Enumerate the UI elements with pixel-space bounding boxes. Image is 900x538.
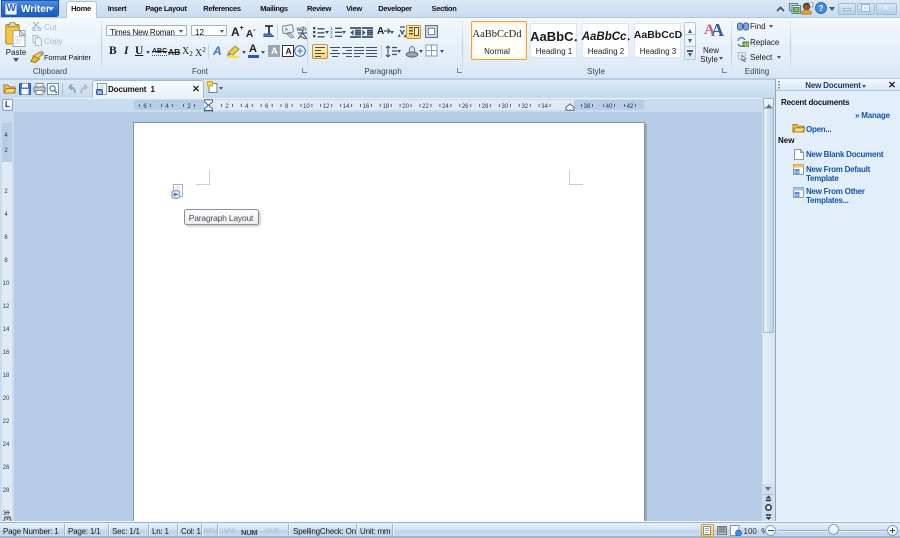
svg-text:30: 30 bbox=[502, 104, 509, 110]
svg-text:24: 24 bbox=[442, 104, 449, 110]
svg-text:18: 18 bbox=[3, 373, 10, 379]
svg-text:?: ? bbox=[819, 4, 824, 13]
svg-text:W: W bbox=[795, 192, 799, 197]
svg-text:4: 4 bbox=[4, 212, 8, 218]
svg-text:16: 16 bbox=[363, 104, 370, 110]
svg-text:12: 12 bbox=[323, 104, 330, 110]
svg-text:42: 42 bbox=[627, 104, 634, 110]
svg-text:2: 2 bbox=[225, 104, 229, 110]
svg-text:10: 10 bbox=[303, 104, 310, 110]
svg-text:2: 2 bbox=[4, 189, 8, 195]
svg-text:24: 24 bbox=[3, 442, 10, 448]
svg-text:22: 22 bbox=[422, 104, 429, 110]
svg-text:6: 6 bbox=[265, 104, 269, 110]
svg-text:w/h: w/h bbox=[296, 27, 307, 33]
svg-text:W: W bbox=[795, 169, 799, 174]
svg-text:32: 32 bbox=[521, 104, 528, 110]
svg-text:10: 10 bbox=[3, 281, 10, 287]
svg-text:4: 4 bbox=[4, 133, 8, 139]
svg-text:8: 8 bbox=[4, 258, 8, 264]
svg-text:12: 12 bbox=[3, 304, 10, 310]
svg-text:28: 28 bbox=[3, 488, 10, 494]
svg-text:26: 26 bbox=[3, 465, 10, 471]
svg-text:14: 14 bbox=[3, 327, 10, 333]
svg-text:4: 4 bbox=[245, 104, 249, 110]
svg-text:20: 20 bbox=[402, 104, 409, 110]
svg-text:2: 2 bbox=[4, 148, 8, 154]
svg-text:38: 38 bbox=[584, 104, 591, 110]
svg-text:6: 6 bbox=[4, 235, 8, 241]
svg-text:40: 40 bbox=[606, 104, 613, 110]
svg-text:26: 26 bbox=[462, 104, 469, 110]
svg-text:22: 22 bbox=[3, 419, 10, 425]
svg-text:6: 6 bbox=[143, 104, 147, 110]
svg-text:4: 4 bbox=[165, 104, 169, 110]
svg-text:20: 20 bbox=[3, 396, 10, 402]
svg-text:3.: 3. bbox=[330, 34, 334, 38]
svg-text:16: 16 bbox=[3, 350, 10, 356]
svg-text:34: 34 bbox=[541, 104, 548, 110]
svg-text:14: 14 bbox=[343, 104, 350, 110]
svg-text:18: 18 bbox=[382, 104, 389, 110]
svg-text:28: 28 bbox=[482, 104, 489, 110]
svg-text:8: 8 bbox=[285, 104, 289, 110]
svg-text:2: 2 bbox=[187, 104, 191, 110]
